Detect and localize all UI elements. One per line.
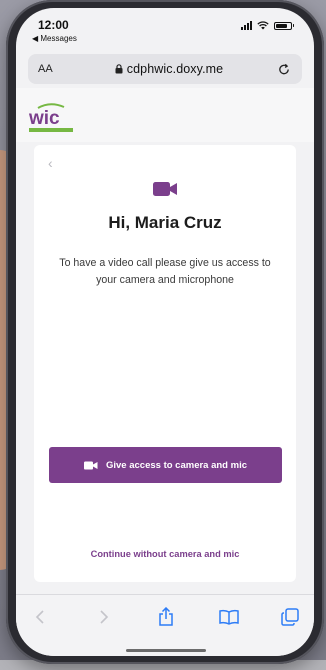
give-access-button[interactable]: Give access to camera and mic bbox=[49, 447, 282, 483]
phone-frame: 12:00 ◀ Messages AA cdphwic.doxy.me wic … bbox=[6, 0, 324, 664]
back-chevron-icon[interactable]: ‹ bbox=[48, 155, 53, 171]
battery-level bbox=[276, 23, 288, 28]
browser-toolbar bbox=[16, 594, 314, 656]
text-size-button[interactable]: AA bbox=[38, 63, 62, 75]
status-bar: 12:00 ◀ Messages bbox=[16, 8, 314, 48]
forward-icon bbox=[100, 610, 109, 624]
give-access-label: Give access to camera and mic bbox=[106, 459, 247, 471]
wic-logo: wic bbox=[28, 103, 73, 132]
status-time: 12:00 bbox=[38, 18, 69, 32]
phone-screen: 12:00 ◀ Messages AA cdphwic.doxy.me wic … bbox=[16, 8, 314, 656]
button-camera-icon bbox=[84, 461, 98, 469]
wifi-icon bbox=[257, 21, 269, 30]
share-icon bbox=[159, 607, 173, 626]
back-to-app-link[interactable]: ◀ Messages bbox=[32, 34, 77, 43]
home-indicator bbox=[126, 649, 206, 652]
url-display[interactable]: cdphwic.doxy.me bbox=[62, 62, 276, 76]
lock-icon bbox=[115, 64, 123, 74]
continue-without-media-link[interactable]: Continue without camera and mic bbox=[34, 549, 296, 559]
tabs-icon bbox=[281, 608, 299, 626]
tabs-button[interactable] bbox=[280, 607, 300, 627]
cellular-signal-icon bbox=[241, 21, 252, 30]
address-bar[interactable]: AA cdphwic.doxy.me bbox=[28, 54, 302, 84]
scene: 12:00 ◀ Messages AA cdphwic.doxy.me wic … bbox=[0, 0, 326, 670]
status-icons bbox=[241, 21, 294, 30]
site-header: wic bbox=[16, 88, 314, 142]
logo-text: wic bbox=[28, 108, 60, 129]
back-icon bbox=[35, 610, 44, 624]
bookmarks-button[interactable] bbox=[219, 607, 239, 627]
share-button[interactable] bbox=[156, 607, 176, 627]
reload-icon[interactable] bbox=[276, 63, 292, 76]
greeting-heading: Hi, Maria Cruz bbox=[108, 213, 222, 232]
battery-icon bbox=[274, 21, 294, 30]
url-text: cdphwic.doxy.me bbox=[126, 62, 224, 76]
back-button[interactable] bbox=[30, 607, 50, 627]
video-camera-icon bbox=[153, 182, 177, 196]
forward-button[interactable] bbox=[94, 607, 114, 627]
permission-description: To have a video call please give us acce… bbox=[59, 257, 271, 286]
bookmarks-icon bbox=[219, 609, 239, 625]
permission-card: ‹ Hi, Maria Cruz To have a video call pl… bbox=[34, 145, 296, 582]
